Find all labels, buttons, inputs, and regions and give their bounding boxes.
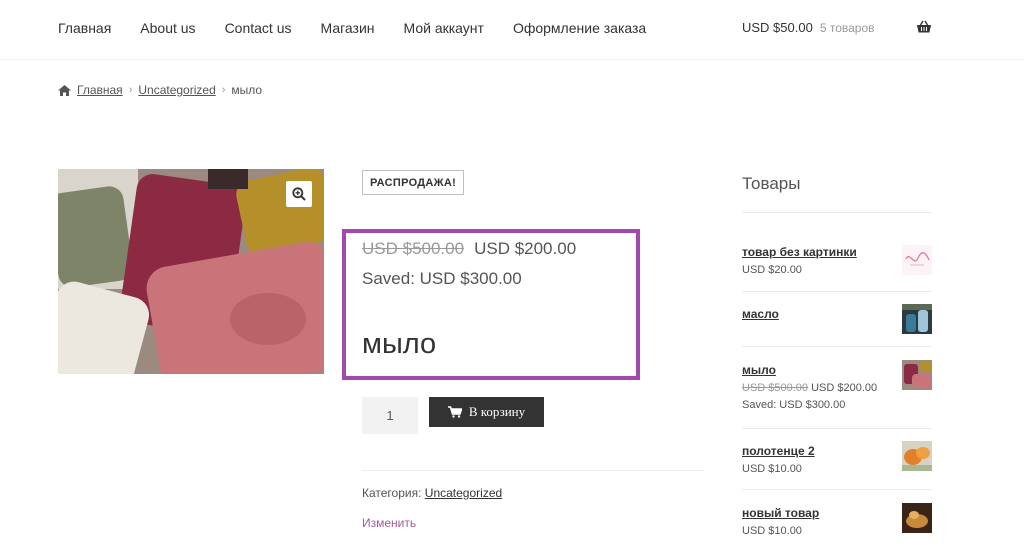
- breadcrumb-separator: ›: [128, 84, 133, 96]
- zoom-button[interactable]: [286, 181, 312, 207]
- basket-icon[interactable]: [916, 19, 932, 35]
- soap-image: [902, 360, 932, 390]
- category-label: Категория:: [362, 486, 422, 500]
- sidebar-divider: [742, 212, 932, 213]
- nav-item-home[interactable]: Главная: [58, 20, 111, 36]
- product-price: USD $500.00 USD $200.00: [362, 239, 576, 259]
- sidebar-product: полотенце 2 USD $10.00: [742, 441, 932, 475]
- price-new: USD $200.00: [474, 239, 577, 258]
- sidebar-divider: [742, 489, 932, 490]
- cart-total: USD $50.00: [742, 20, 813, 35]
- home-icon: [58, 84, 71, 96]
- sidebar-price-new: USD $200.00: [811, 382, 878, 394]
- product-meta: Категория: Uncategorized: [362, 486, 502, 500]
- product-thumbnail[interactable]: [902, 360, 932, 390]
- towel-image: [902, 441, 932, 471]
- product-title: мыло: [362, 328, 437, 360]
- sidebar-divider: [742, 346, 932, 347]
- nav-item-shop[interactable]: Магазин: [321, 20, 375, 36]
- placeholder-logo-image: [902, 245, 932, 275]
- main-nav: Главная About us Contact us Магазин Мой …: [58, 20, 646, 36]
- sidebar-saved: Saved: USD $300.00: [742, 399, 846, 411]
- site-header: Главная About us Contact us Магазин Мой …: [0, 0, 1024, 60]
- new-product-image: [902, 503, 932, 533]
- breadcrumb-category-link[interactable]: Uncategorized: [138, 83, 215, 97]
- add-to-cart-button[interactable]: В корзину: [429, 397, 544, 427]
- sidebar-title: Товары: [742, 174, 801, 193]
- add-to-cart-label: В корзину: [468, 404, 526, 419]
- cart-count: 5 товаров: [819, 20, 875, 35]
- nav-item-contact[interactable]: Contact us: [225, 20, 292, 36]
- edit-link[interactable]: Изменить: [362, 516, 416, 530]
- sidebar-divider: [742, 291, 932, 292]
- sidebar-price-old: USD $500.00: [742, 382, 809, 394]
- sale-badge: РАСПРОДАЖА!: [362, 170, 465, 195]
- sidebar-product: масло: [742, 304, 932, 334]
- product-thumbnail[interactable]: [902, 304, 932, 334]
- breadcrumb-home-link[interactable]: Главная: [77, 83, 123, 97]
- breadcrumb-separator: ›: [221, 84, 226, 96]
- sidebar-product: новый товар USD $10.00: [742, 503, 932, 537]
- product-thumbnail[interactable]: [902, 441, 932, 471]
- product-thumbnail[interactable]: [902, 245, 932, 275]
- sidebar-product: товар без картинки USD $20.00: [742, 245, 932, 276]
- quantity-input[interactable]: 1: [362, 397, 418, 434]
- cart-icon: [447, 406, 462, 418]
- category-link[interactable]: Uncategorized: [425, 486, 502, 500]
- breadcrumb-current: мыло: [231, 83, 263, 97]
- product-thumbnail[interactable]: [902, 503, 932, 533]
- price-old: USD $500.00: [362, 239, 465, 258]
- saved-amount: Saved: USD $300.00: [362, 269, 522, 288]
- nav-item-account[interactable]: Мой аккаунт: [404, 20, 484, 36]
- sidebar-divider: [742, 428, 932, 429]
- header-cart[interactable]: USD $50.00 5 товаров: [742, 20, 875, 35]
- magnifier-plus-icon: [292, 187, 306, 201]
- product-image[interactable]: [58, 169, 324, 374]
- sidebar-product: мыло USD $500.00 USD $200.00 Saved: USD …: [742, 360, 932, 411]
- breadcrumb: Главная › Uncategorized › мыло: [58, 83, 262, 97]
- soap-photo: [58, 169, 324, 374]
- divider: [362, 470, 704, 471]
- nav-item-checkout[interactable]: Оформление заказа: [513, 20, 646, 36]
- nav-item-about[interactable]: About us: [140, 20, 195, 36]
- oil-bottle-image: [902, 304, 932, 334]
